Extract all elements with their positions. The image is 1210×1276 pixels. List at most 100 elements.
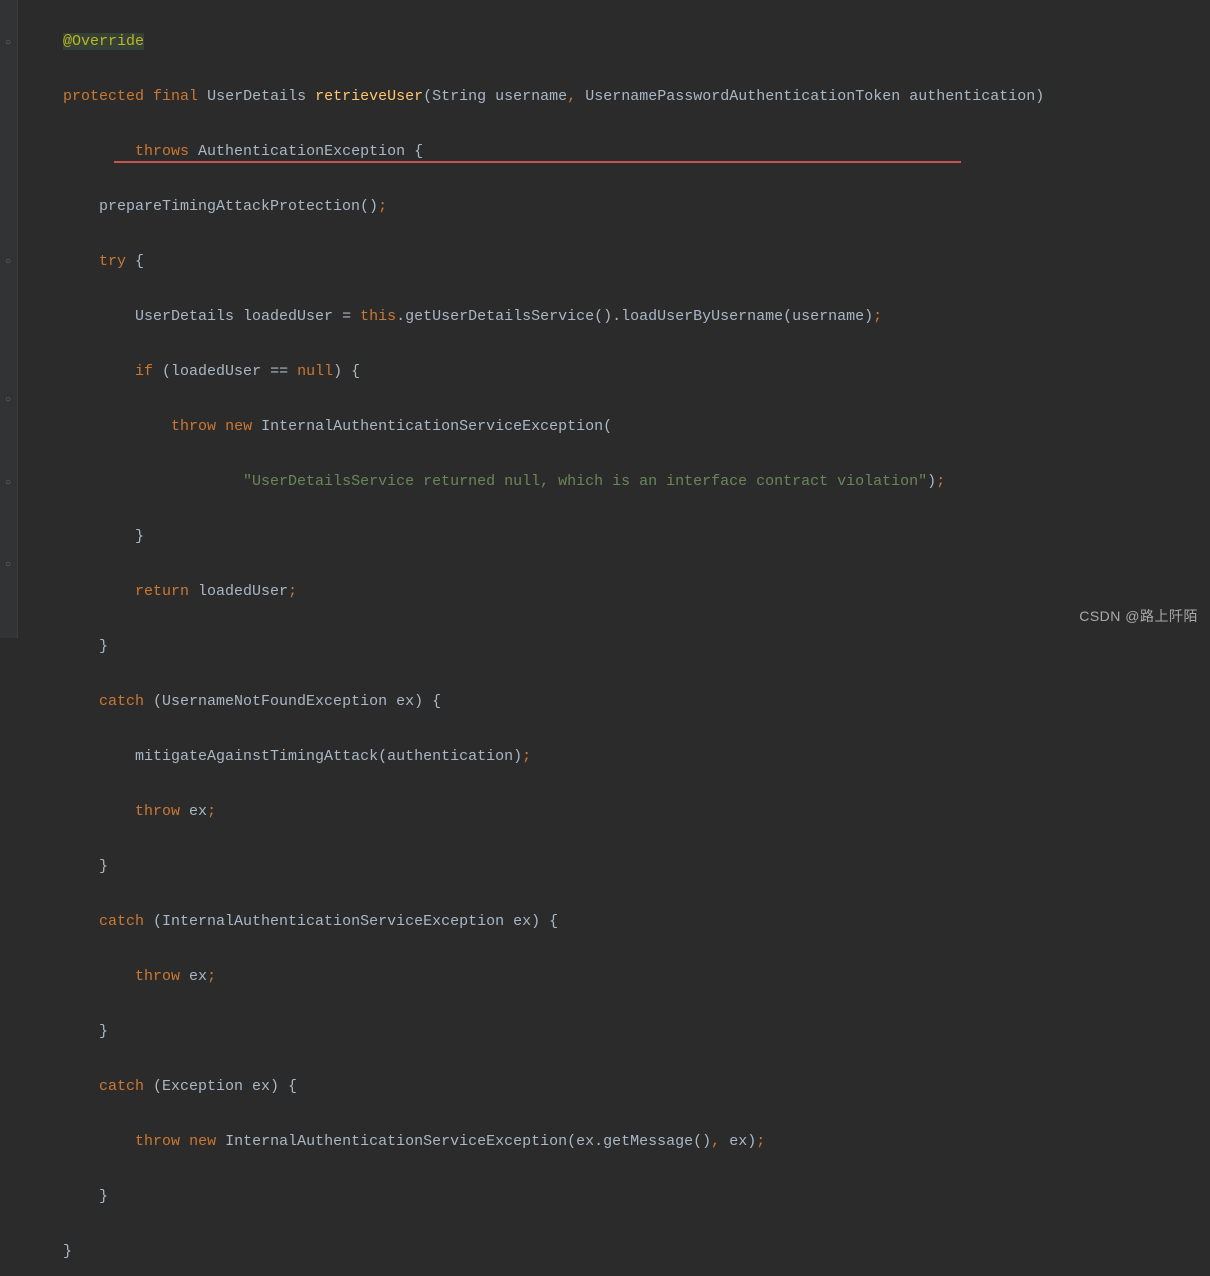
comma: , [567,88,576,105]
indent [18,1023,99,1040]
code-line[interactable]: if (loadedUser == null) { [18,358,1210,386]
brace-close: } [99,638,108,655]
indent [18,748,135,765]
editor-gutter: ○ ○ ○ ○ ○ [0,0,18,638]
keyword-return: return [135,583,189,600]
keyword-throw: throw [135,1133,180,1150]
code-line[interactable]: throw new InternalAuthenticationServiceE… [18,413,1210,441]
indent [18,803,135,820]
catch-decl: (UsernameNotFoundException ex) { [144,693,441,710]
code-line[interactable]: UserDetails loadedUser = this.getUserDet… [18,303,1210,331]
semicolon: ; [873,308,882,325]
code-line[interactable]: } [18,523,1210,551]
code-line[interactable]: prepareTimingAttackProtection(); [18,193,1210,221]
ctor: InternalAuthenticationServiceException(e… [216,1133,711,1150]
keyword-protected: protected [63,88,144,105]
code-editor[interactable]: @Override protected final UserDetails re… [18,0,1210,1276]
indent [18,143,135,160]
indent [18,473,243,490]
indent [18,418,171,435]
code-line[interactable]: protected final UserDetails retrieveUser… [18,83,1210,111]
return-type: UserDetails [207,88,306,105]
paren-close: ) [927,473,936,490]
indent [18,858,99,875]
code-line[interactable]: catch (UsernameNotFoundException ex) { [18,688,1210,716]
keyword-try: try [99,253,126,270]
indent [18,1188,99,1205]
code-line[interactable]: @Override [18,28,1210,56]
indent [18,1078,99,1095]
semicolon: ; [522,748,531,765]
params-open: (String username [423,88,567,105]
indent [18,528,135,545]
indent [18,693,99,710]
indent [18,1243,63,1260]
code-line[interactable]: try { [18,248,1210,276]
indent [18,638,99,655]
code-line[interactable]: } [18,853,1210,881]
keyword-catch: catch [99,913,144,930]
throws-type: AuthenticationException { [189,143,423,160]
keyword-throw: throw [171,418,216,435]
code-line[interactable]: throw ex; [18,963,1210,991]
keyword-throw: throw [135,803,180,820]
semicolon: ; [288,583,297,600]
code-line[interactable]: throw ex; [18,798,1210,826]
cond-open: (loadedUser == [153,363,297,380]
semicolon: ; [756,1133,765,1150]
comma: , [711,1133,720,1150]
semicolon: ; [936,473,945,490]
keyword-catch: catch [99,693,144,710]
code-line[interactable]: return loadedUser; [18,578,1210,606]
throw-expr: ex [180,968,207,985]
indent [18,583,135,600]
keyword-this: this [360,308,396,325]
indent [18,1133,135,1150]
code-line[interactable]: } [18,633,1210,661]
gutter-marker-icon: ○ [2,257,14,269]
gutter-marker-icon: ○ [2,395,14,407]
throw-expr: ex [180,803,207,820]
keyword-null: null [297,363,333,380]
cond-close: ) { [333,363,360,380]
keyword-new: new [189,1133,216,1150]
brace-close: } [99,858,108,875]
code-line[interactable]: mitigateAgainstTimingAttack(authenticati… [18,743,1210,771]
return-val: loadedUser [189,583,288,600]
code-line[interactable]: } [18,1018,1210,1046]
indent [18,253,99,270]
code-line[interactable]: catch (InternalAuthenticationServiceExce… [18,908,1210,936]
ctor: InternalAuthenticationServiceException( [252,418,612,435]
indent [18,33,63,50]
keyword-throws: throws [135,143,189,160]
method-name: retrieveUser [315,88,423,105]
semicolon: ; [378,198,387,215]
brace-close: } [135,528,144,545]
code-line[interactable]: "UserDetailsService returned null, which… [18,468,1210,496]
indent [18,968,135,985]
indent [18,88,63,105]
keyword-catch: catch [99,1078,144,1095]
indent [18,198,99,215]
code-line[interactable]: } [18,1183,1210,1211]
string-literal: "UserDetailsService returned null, which… [243,473,927,490]
code-line[interactable]: catch (Exception ex) { [18,1073,1210,1101]
gutter-marker-icon: ○ [2,478,14,490]
keyword-new: new [225,418,252,435]
annotation: @Override [63,33,144,50]
brace: { [126,253,144,270]
catch-decl: (InternalAuthenticationServiceException … [144,913,558,930]
keyword-final: final [153,88,198,105]
indent [18,308,135,325]
params-rest: UsernamePasswordAuthenticationToken auth… [576,88,1044,105]
watermark-text: CSDN @路上阡陌 [1079,603,1198,631]
semicolon: ; [207,968,216,985]
brace-close: } [99,1188,108,1205]
chain-call: .getUserDetailsService().loadUserByUsern… [396,308,873,325]
code-line[interactable]: throw new InternalAuthenticationServiceE… [18,1128,1210,1156]
indent [18,913,99,930]
code-line[interactable]: } [18,1238,1210,1266]
catch-decl: (Exception ex) { [144,1078,297,1095]
call: mitigateAgainstTimingAttack(authenticati… [135,748,522,765]
highlight-underline [114,161,961,163]
